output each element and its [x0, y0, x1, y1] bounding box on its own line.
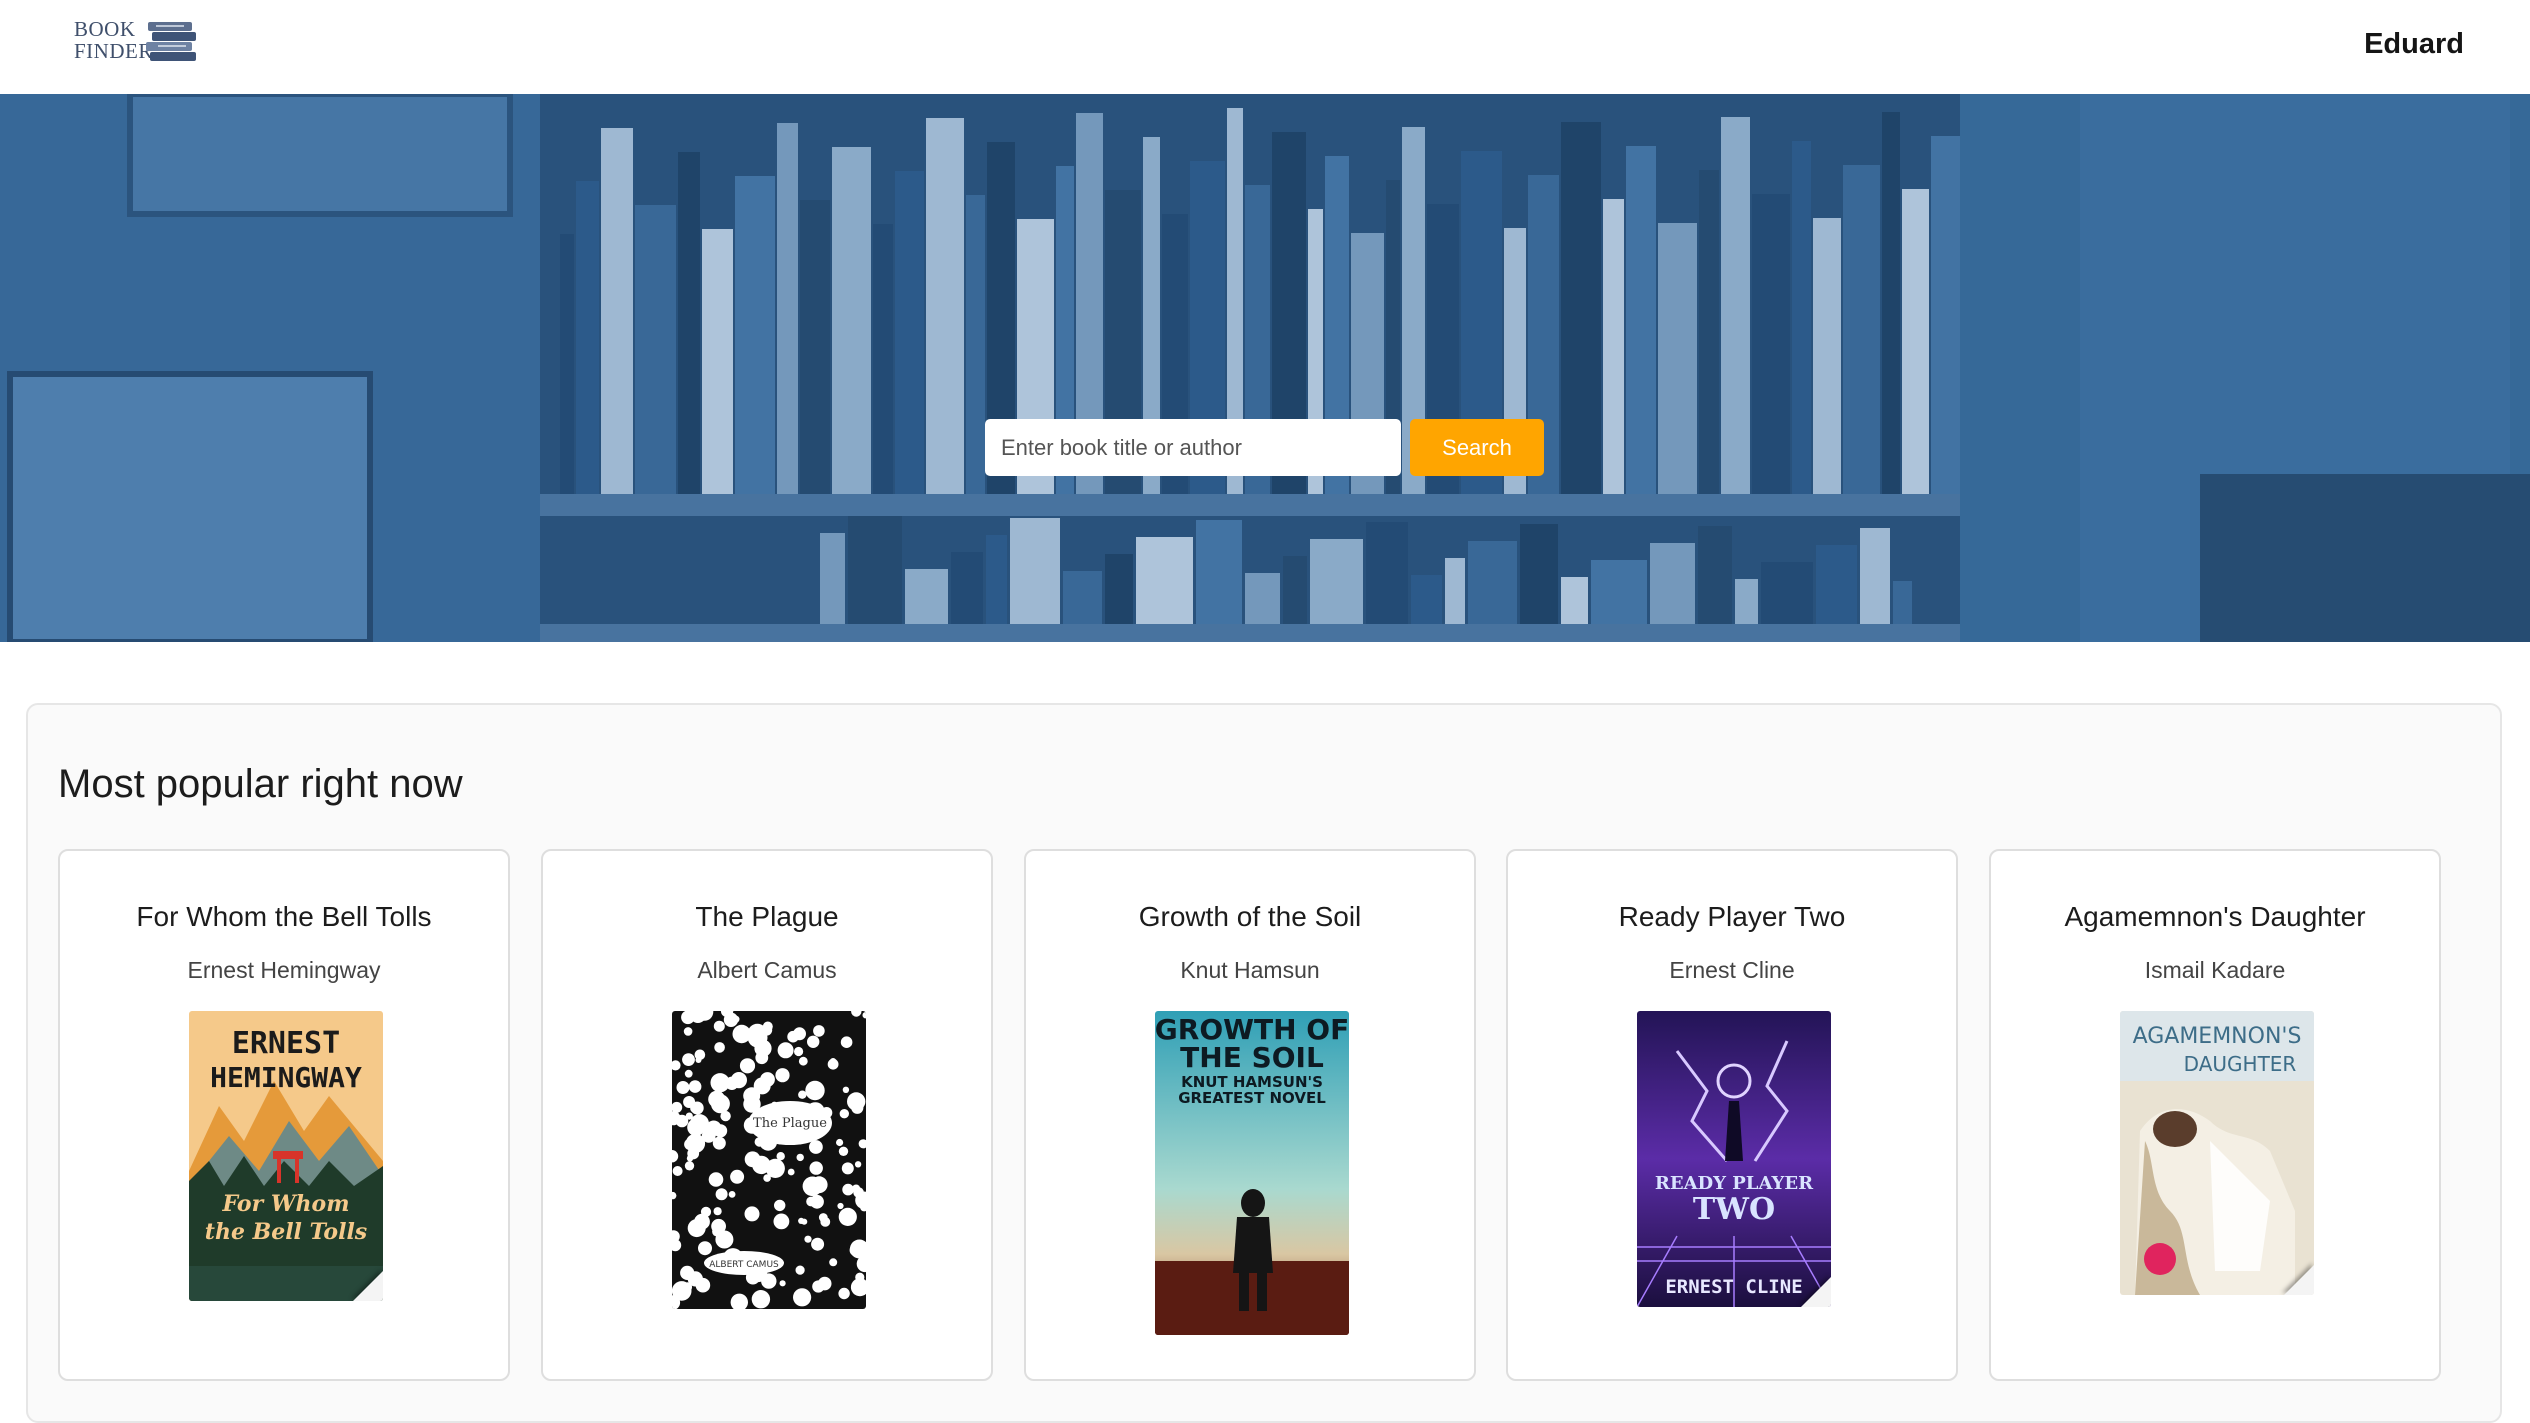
bookshelf-background-image [0, 94, 2530, 642]
book-title: The Plague [695, 901, 839, 932]
hero-banner: Search [0, 94, 2530, 642]
cover-text: GREATEST NOVEL [1178, 1089, 1326, 1107]
book-author: Ernest Cline [1669, 957, 1795, 983]
cover-text: DAUGHTER [2184, 1052, 2297, 1076]
top-header: BOOK FINDER Eduard [0, 0, 2530, 94]
book-cover[interactable]: AGAMEMNON'S DAUGHTER [2120, 1011, 2314, 1295]
cover-text: ALBERT CAMUS [709, 1260, 779, 1270]
book-card[interactable]: For Whom the Bell Tolls Ernest Hemingway… [58, 849, 510, 1381]
book-cover[interactable]: READY PLAYER TWO ERNEST CLINE [1637, 1011, 1831, 1307]
cover-text: AGAMEMNON'S [2133, 1024, 2302, 1049]
user-name[interactable]: Eduard [2364, 28, 2464, 61]
logo-line-2: FINDER [74, 39, 153, 63]
book-finder-logo[interactable]: BOOK FINDER [74, 18, 204, 80]
book-title: For Whom the Bell Tolls [136, 901, 432, 932]
book-cover[interactable]: GROWTH OF THE SOIL KNUT HAMSUN'S GREATES… [1155, 1011, 1349, 1335]
book-author: Albert Camus [697, 957, 837, 983]
search-input[interactable] [985, 419, 1401, 476]
search-button[interactable]: Search [1410, 419, 1544, 476]
page-curl-icon [353, 1271, 383, 1301]
page-curl-icon [1801, 1277, 1831, 1307]
book-card[interactable]: The Plague Albert Camus The Plague ALBER… [541, 849, 993, 1381]
cover-text: the Bell Tolls [205, 1219, 367, 1245]
book-author: Knut Hamsun [1180, 957, 1320, 983]
cover-text: TWO [1693, 1192, 1775, 1227]
cover-text: The Plague [753, 1116, 827, 1131]
book-cover[interactable]: ERNEST HEMINGWAY For Whom the Bell Tolls [189, 1011, 383, 1301]
cover-text: READY PLAYER [1655, 1173, 1814, 1194]
section-title: Most popular right now [58, 762, 463, 806]
book-title: Agamemnon's Daughter [2064, 901, 2366, 932]
page-curl-icon [2284, 1265, 2314, 1295]
book-card[interactable]: Ready Player Two Ernest Cline READY PLAY… [1506, 849, 1958, 1381]
logo-text: BOOK FINDER [74, 18, 153, 62]
cover-text: THE SOIL [1180, 1041, 1324, 1074]
book-stack-icon [146, 22, 196, 61]
cover-text: HEMINGWAY [210, 1061, 362, 1094]
logo-line-1: BOOK [74, 17, 136, 41]
cover-text: ERNEST [232, 1026, 340, 1061]
book-title: Growth of the Soil [1138, 901, 1362, 932]
book-cover[interactable]: The Plague ALBERT CAMUS [672, 1011, 866, 1309]
book-title: Ready Player Two [1618, 901, 1846, 932]
cover-text: For Whom [222, 1191, 350, 1217]
book-card[interactable]: Growth of the Soil Knut Hamsun GROWTH OF… [1024, 849, 1476, 1381]
book-author: Ismail Kadare [2144, 957, 2286, 983]
cover-text: ERNEST CLINE [1665, 1276, 1802, 1298]
book-card[interactable]: Agamemnon's Daughter Ismail Kadare AGAME… [1989, 849, 2441, 1381]
book-author: Ernest Hemingway [187, 957, 381, 983]
